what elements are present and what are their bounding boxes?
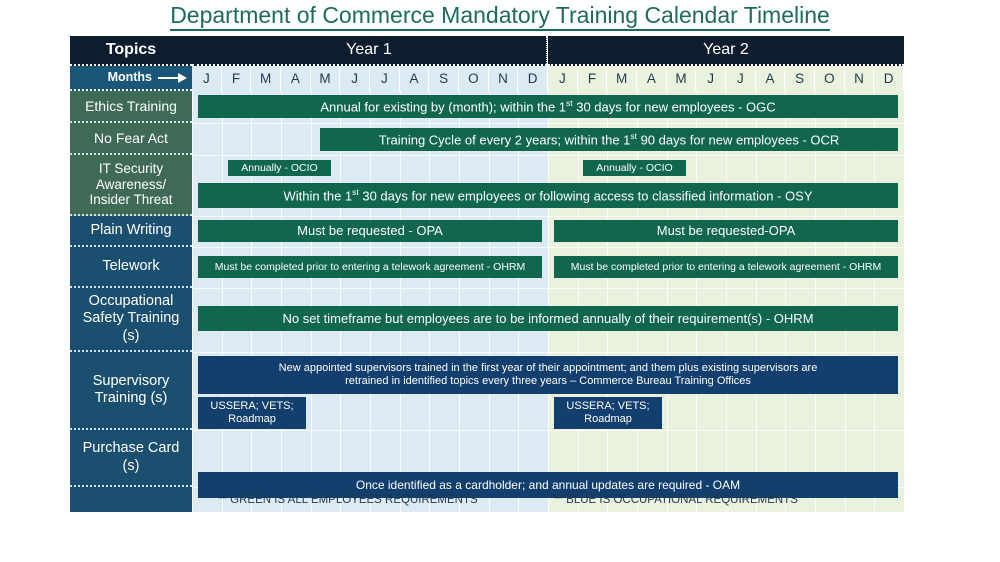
month-header-year2-1: J <box>548 66 578 91</box>
bar-label: Within the 1st 30 days for new employees… <box>283 187 813 204</box>
training-calendar-chart: Topics Months Ethics Training No Fear Ac… <box>70 36 904 512</box>
months-header-label: Months <box>70 66 192 91</box>
bar-occupational-safety[interactable]: No set timeframe but employees are to be… <box>198 306 898 331</box>
arrow-right-icon <box>158 72 188 83</box>
row-divider <box>192 352 904 353</box>
bar-label: Training Cycle of every 2 years; within … <box>378 131 840 148</box>
bar-plain-writing-year2[interactable]: Must be requested-OPA <box>554 220 898 242</box>
month-header-year1-1: J <box>192 66 222 91</box>
year1-header: Year 1 <box>192 36 547 66</box>
sidebar-topic-ethics-training[interactable]: Ethics Training <box>70 91 192 123</box>
sidebar-topic-label: Occupational Safety Training (s) <box>82 293 180 344</box>
topics-header: Topics <box>70 36 192 66</box>
months-header-row: JFMAMJJASONDJFMAMJJASOND <box>192 66 904 91</box>
sidebar-topic-supervisory-training[interactable]: Supervisory Training (s) <box>70 352 192 430</box>
row-divider <box>192 247 904 248</box>
bar-it-security-annually-year2[interactable]: Annually - OCIO <box>583 160 686 176</box>
month-header-year2-2: F <box>577 66 608 91</box>
month-header-year2-7: J <box>726 66 756 91</box>
bar-label-line1: USSERA; VETS; <box>566 399 650 412</box>
month-header-year1-12: D <box>518 66 548 91</box>
month-header-year1-2: F <box>221 66 252 91</box>
bar-ussera-vets-roadmap-year2[interactable]: USSERA; VETS; Roadmap <box>554 397 662 429</box>
sidebar-topic-telework[interactable]: Telework <box>70 247 192 288</box>
sidebar-topic-no-fear-act[interactable]: No Fear Act <box>70 123 192 155</box>
sidebar-topic-occupational-safety-training[interactable]: Occupational Safety Training (s) <box>70 288 192 352</box>
bar-it-security-annually-year1[interactable]: Annually - OCIO <box>228 160 331 176</box>
month-header-year2-8: A <box>755 66 786 91</box>
bar-label: Must be requested-OPA <box>656 223 796 239</box>
month-header-year1-10: O <box>459 66 489 91</box>
month-header-year1-9: S <box>429 66 459 91</box>
month-header-year2-6: J <box>696 66 726 91</box>
month-header-year2-4: A <box>637 66 667 91</box>
bar-plain-writing-year1[interactable]: Must be requested - OPA <box>198 220 542 242</box>
month-header-year1-4: A <box>281 66 311 91</box>
sidebar-topic-label: Purchase Card (s) <box>82 440 180 474</box>
sidebar-topic-label: Ethics Training <box>85 97 177 114</box>
sidebar-topic-plain-writing[interactable]: Plain Writing <box>70 216 192 247</box>
timeline-grid: Year 1 Year 2 JFMAMJJASONDJFMAMJJASOND A… <box>192 36 904 512</box>
month-header-year1-3: M <box>251 66 281 91</box>
sidebar-topic-label: No Fear Act <box>94 129 168 146</box>
bar-label-line2: Roadmap <box>228 413 276 425</box>
legend-blue-note: ** BLUE IS OCCUPATIONAL REQUIREMENTS <box>554 493 798 506</box>
bar-telework-year2[interactable]: Must be completed prior to entering a te… <box>554 256 898 278</box>
month-header-year2-12: D <box>874 66 904 91</box>
page-title: Department of Commerce Mandatory Trainin… <box>0 2 1000 31</box>
sidebar-topic-label: Supervisory Training (s) <box>92 372 170 406</box>
bar-label-line1: New appointed supervisors trained in the… <box>278 361 818 374</box>
bar-it-security-osy[interactable]: Within the 1st 30 days for new employees… <box>198 183 898 208</box>
sidebar-topic-label: Telework <box>102 257 160 274</box>
row-divider <box>192 123 904 124</box>
sidebar-topic-label: IT Security Awareness/ Insider Threat <box>89 160 173 208</box>
topics-column: Topics Months Ethics Training No Fear Ac… <box>70 36 192 512</box>
bar-label: No set timeframe but employees are to be… <box>282 310 814 326</box>
sidebar-topic-label: Plain Writing <box>90 221 172 238</box>
bar-label: Must be requested - OPA <box>297 223 443 239</box>
row-divider <box>192 430 904 431</box>
month-header-year2-5: M <box>666 66 697 91</box>
sidebar-topic-legend-spacer <box>70 487 192 512</box>
month-header-year2-3: M <box>607 66 637 91</box>
row-divider <box>192 155 904 156</box>
bar-label: Annually - OCIO <box>596 161 673 174</box>
month-header-year2-9: S <box>785 66 815 91</box>
sidebar-topic-it-security-awareness[interactable]: IT Security Awareness/ Insider Threat <box>70 155 192 216</box>
year2-header: Year 2 <box>548 36 904 66</box>
month-header-year1-5: M <box>310 66 341 91</box>
month-header-year1-11: N <box>488 66 519 91</box>
bar-ethics-training[interactable]: Annual for existing by (month); within t… <box>198 95 898 118</box>
month-header-year2-10: O <box>815 66 845 91</box>
page-title-text: Department of Commerce Mandatory Trainin… <box>170 2 830 31</box>
bar-label-line2: retrained in identified topics every thr… <box>345 375 751 387</box>
bar-supervisory-training[interactable]: New appointed supervisors trained in the… <box>198 356 898 394</box>
bar-label: Must be completed prior to entering a te… <box>214 260 526 273</box>
month-header-year1-6: J <box>340 66 370 91</box>
bar-label: Annually - OCIO <box>241 161 318 174</box>
bar-label: Must be completed prior to entering a te… <box>570 260 882 273</box>
timeline-slide: Department of Commerce Mandatory Trainin… <box>0 0 1000 562</box>
sidebar-topic-purchase-card[interactable]: Purchase Card (s) <box>70 430 192 487</box>
bar-label-line1: USSERA; VETS; <box>210 399 294 412</box>
bar-no-fear-act[interactable]: Training Cycle of every 2 years; within … <box>320 128 898 151</box>
months-label-text: Months <box>107 70 152 85</box>
month-header-year2-11: N <box>844 66 875 91</box>
month-header-year1-7: J <box>370 66 400 91</box>
bar-telework-year1[interactable]: Must be completed prior to entering a te… <box>198 256 542 278</box>
bar-label-line2: Roadmap <box>584 413 632 425</box>
bar-label: Annual for existing by (month); within t… <box>320 98 776 115</box>
legend-green-note: ** GREEN IS ALL EMPLOYEES REQUIREMENTS <box>218 493 478 506</box>
month-header-year1-8: A <box>399 66 430 91</box>
bar-ussera-vets-roadmap-year1[interactable]: USSERA; VETS; Roadmap <box>198 397 306 429</box>
row-divider <box>192 216 904 217</box>
row-divider <box>192 288 904 289</box>
